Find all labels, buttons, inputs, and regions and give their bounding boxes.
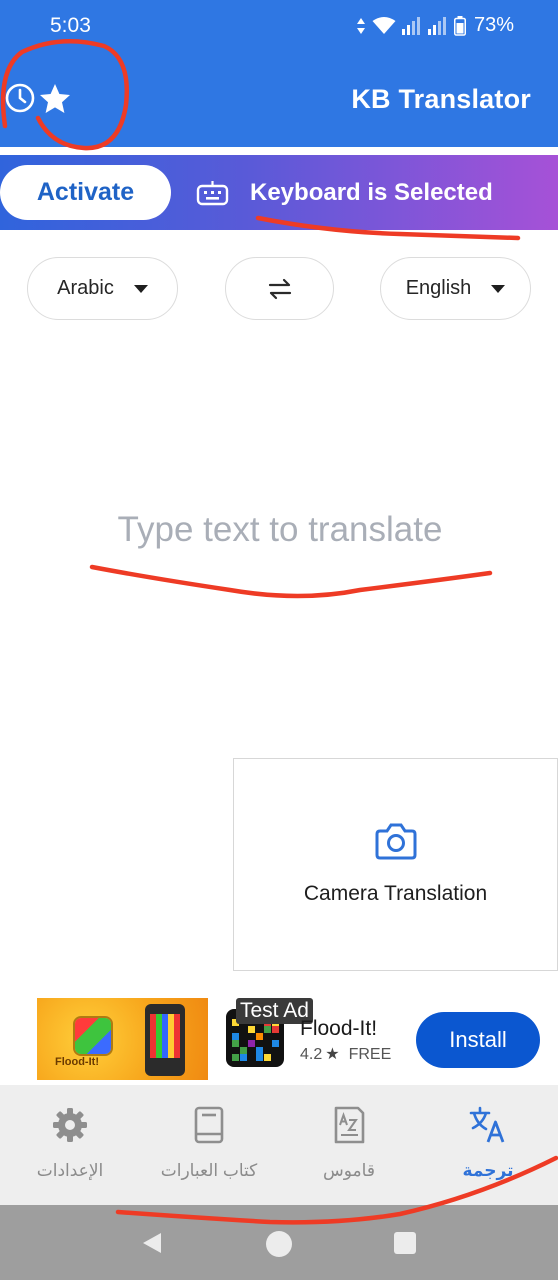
ad-rating-row: 4.2 ★ FREE [300,1044,391,1064]
source-language-label: Arabic [57,277,114,299]
flood-it-cube-image [75,1018,111,1054]
back-icon[interactable] [140,1231,164,1255]
signal-2-icon [427,16,446,35]
bottom-navigation: الإعدادات كتاب العبارات قاموس ترجمة [0,1085,558,1205]
target-language-label: English [405,277,472,299]
ad-icon-tile [232,1033,239,1040]
ad-icon-tile [232,1054,239,1061]
camera-translation-label: Camera Translation [303,882,488,905]
battery-percent: 73% [473,14,514,36]
tab-settings-label: الإعدادات [36,1161,104,1180]
ad-icon-tile [232,1040,239,1047]
chevron-down-icon [491,284,506,293]
source-language-dropdown[interactable]: Arabic [27,257,178,320]
keyboard-icon [196,181,229,206]
status-time: 5:03 [50,14,91,37]
keyboard-status-text: Keyboard is Selected [250,179,493,206]
history-icon[interactable] [4,82,36,114]
activate-button[interactable]: Activate [0,165,171,220]
swap-arrows-icon [268,278,291,299]
ad-icon-tile [256,1047,263,1054]
app-header: 5:03 73% KB Translator [0,0,558,147]
gear-icon [53,1108,87,1142]
recents-icon[interactable] [394,1232,416,1254]
translate-icon [469,1106,505,1143]
book-icon [194,1106,224,1144]
tab-translate[interactable]: ترجمة [428,1085,548,1205]
app-title: KB Translator [351,84,531,114]
star-rating-icon: ★ [325,1046,340,1063]
tab-dictionary[interactable]: قاموس [290,1085,408,1205]
ad-icon-tile [264,1026,271,1033]
ad-icon-tile [248,1040,255,1047]
battery-icon [453,15,466,36]
phone-image [145,1004,185,1076]
ad-price: FREE [348,1046,392,1063]
ad-icon-tile [256,1033,263,1040]
keyboard-banner: Activate Keyboard is Selected [0,155,558,230]
ad-image-title: Flood-It! [55,1056,99,1068]
ad-icon-tile [240,1047,247,1054]
tab-phrasebook[interactable]: كتاب العبارات [140,1085,278,1205]
home-icon[interactable] [266,1231,292,1257]
ad-rating: 4.2 [300,1046,323,1063]
target-language-dropdown[interactable]: English [380,257,531,320]
wifi-icon [372,17,396,34]
ad-icon-tile [256,1054,263,1061]
camera-translation-card[interactable]: Camera Translation [233,758,558,971]
tab-dictionary-label: قاموس [323,1161,375,1180]
chevron-down-icon [133,284,148,293]
ad-icon-tile [248,1026,255,1033]
ad-icon-tile [272,1026,279,1033]
system-navigation-bar [0,1205,558,1280]
star-icon[interactable] [38,82,72,116]
status-icons: 73% [356,14,514,37]
ad-icon-tile [240,1054,247,1061]
install-button[interactable]: Install [416,1012,540,1068]
ad-icon-tile [272,1040,279,1047]
tab-phrasebook-label: كتاب العبارات [160,1161,258,1180]
translate-input[interactable] [60,500,500,560]
tab-translate-label: ترجمة [462,1161,514,1180]
signal-icon [401,16,420,35]
ad-app-name: Flood-It! [300,1017,378,1040]
data-arrows-icon [356,17,365,34]
tab-settings[interactable]: الإعدادات [10,1085,130,1205]
ad-icon-tile [264,1054,271,1061]
ad-banner[interactable]: Flood-It! Test Ad Flood-It! 4.2 ★ FREE Ins… [0,993,558,1085]
swap-languages-button[interactable] [225,257,334,320]
dictionary-icon [334,1106,365,1144]
ad-image[interactable]: Flood-It! [37,998,208,1080]
camera-icon [375,823,417,860]
